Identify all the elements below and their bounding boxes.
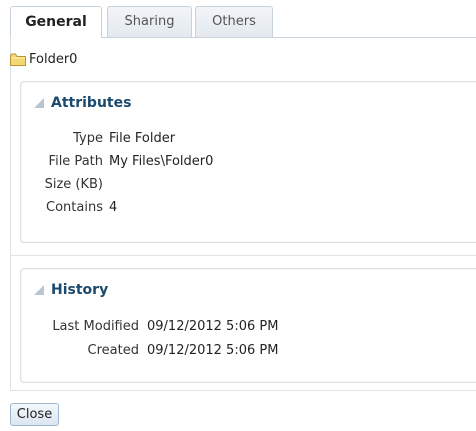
attr-value: 4 [109, 200, 118, 215]
attr-row-size: Size (KB) [21, 175, 109, 195]
tab-sharing[interactable]: Sharing [107, 6, 192, 37]
tab-bar: General Sharing Others [10, 6, 476, 38]
attr-value: File Folder [109, 131, 176, 146]
folder-icon [10, 53, 26, 66]
history-header[interactable]: History [33, 282, 108, 298]
attr-row-contains: Contains 4 [21, 198, 117, 218]
panel-bottom-rule [10, 390, 476, 391]
close-button[interactable]: Close [10, 403, 59, 426]
attr-row-type: Type File Folder [21, 129, 175, 149]
history-value: 09/12/2012 5:06 PM [147, 319, 279, 334]
attributes-section: Attributes Type File Folder File Path My F… [20, 81, 476, 243]
collapse-triangle-icon[interactable] [33, 284, 45, 296]
folder-header: Folder0 [10, 48, 77, 70]
history-row-last-modified: Last Modified 09/12/2012 5:06 PM [21, 317, 278, 337]
attr-label: Contains [46, 200, 103, 215]
history-label: Last Modified [52, 319, 139, 334]
tab-general[interactable]: General [10, 6, 102, 38]
history-value: 09/12/2012 5:06 PM [147, 343, 279, 358]
attr-label: Type [73, 131, 103, 146]
attributes-title: Attributes [51, 95, 132, 111]
attr-value: My Files\Folder0 [109, 154, 214, 169]
attr-label: File Path [48, 154, 103, 169]
history-row-created: Created 09/12/2012 5:06 PM [21, 341, 279, 361]
attr-row-file-path: File Path My Files\Folder0 [21, 152, 214, 172]
tab-others[interactable]: Others [195, 6, 273, 37]
history-title: History [51, 282, 109, 298]
panel-left-rule [10, 38, 11, 390]
section-divider [10, 255, 476, 256]
history-label: Created [87, 343, 139, 358]
attr-label: Size (KB) [44, 177, 103, 192]
history-section: History Last Modified 09/12/2012 5:06 PM … [20, 268, 476, 383]
folder-name: Folder0 [29, 51, 78, 67]
attributes-header[interactable]: Attributes [33, 95, 131, 111]
collapse-triangle-icon[interactable] [33, 97, 45, 109]
